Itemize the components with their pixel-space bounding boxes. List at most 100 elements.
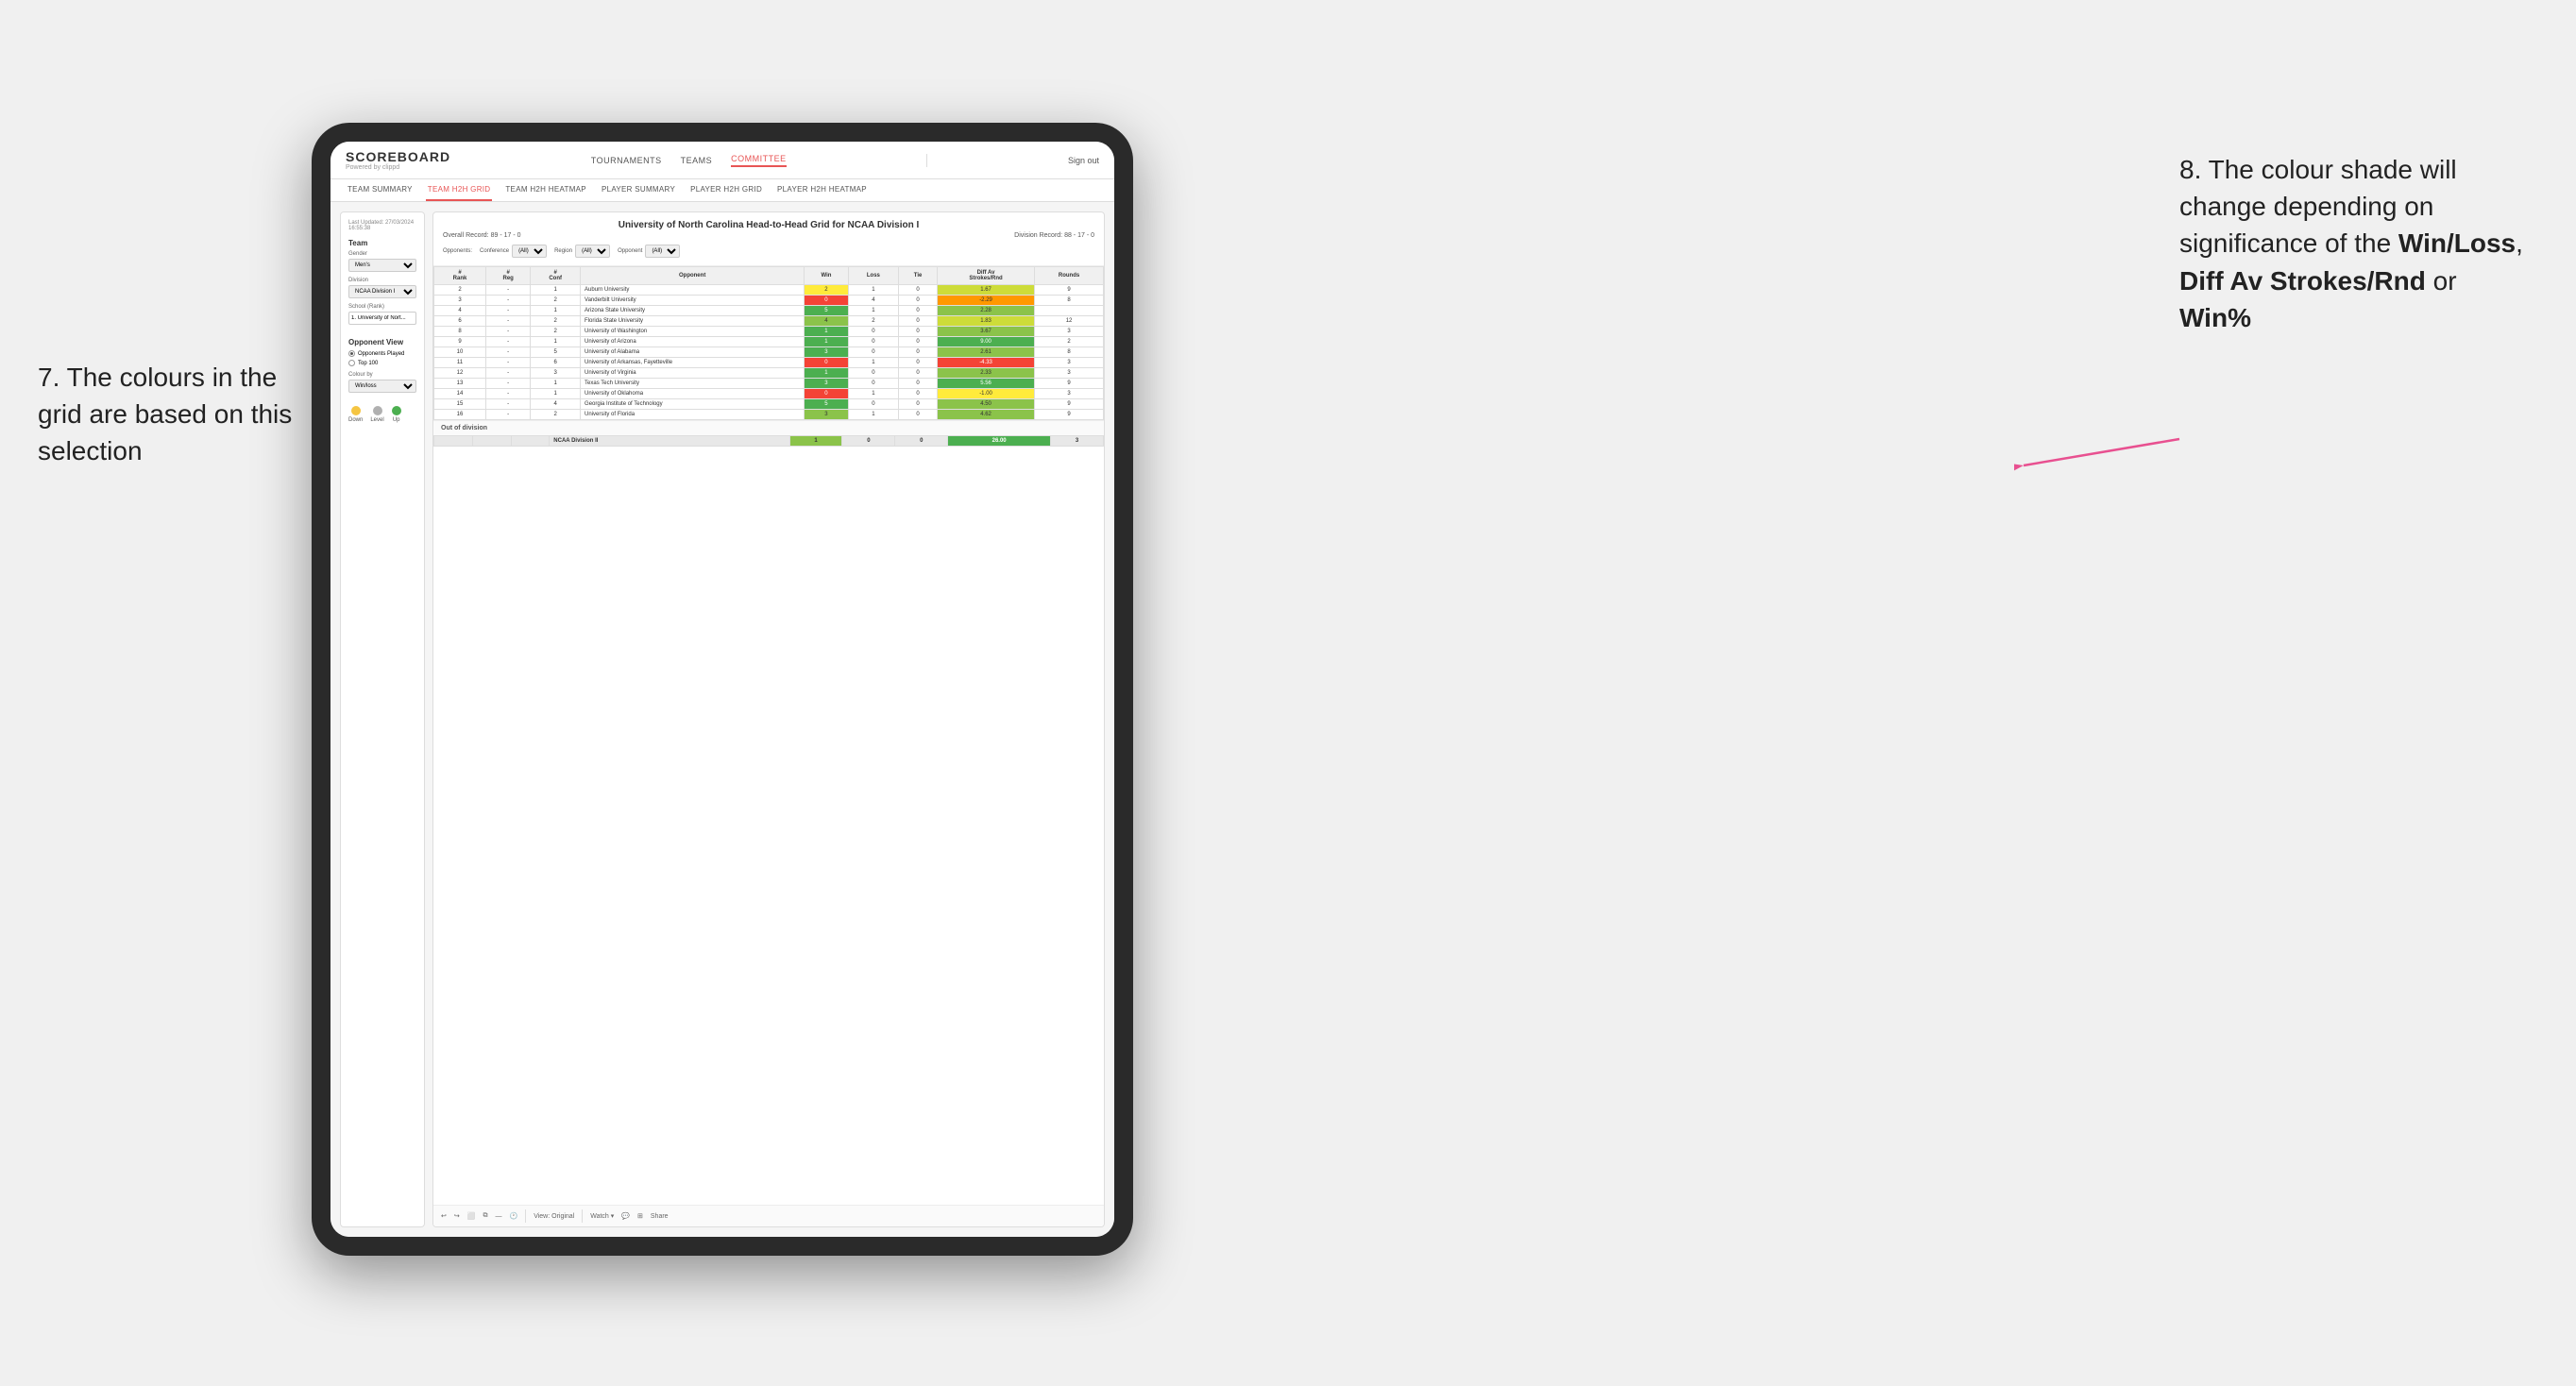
tab-player-h2h-grid[interactable]: PLAYER H2H GRID xyxy=(688,179,764,201)
cell-opponent: Vanderbilt University xyxy=(581,296,805,306)
view-original-btn[interactable]: View: Original xyxy=(534,1213,574,1220)
colour-by-select[interactable]: Win/loss xyxy=(348,380,416,393)
comment-btn[interactable]: 💬 xyxy=(621,1212,630,1220)
watch-btn[interactable]: Watch ▾ xyxy=(590,1212,614,1220)
cell-tie: 0 xyxy=(899,337,938,347)
cell-tie: 0 xyxy=(899,399,938,410)
cell-reg: - xyxy=(486,327,531,337)
main-content: Last Updated: 27/03/2024 16:55:38 Team G… xyxy=(330,202,1114,1237)
opponent-view-title: Opponent View xyxy=(348,338,416,346)
cell-rank: 12 xyxy=(434,368,486,379)
cell-opponent: University of Florida xyxy=(581,410,805,420)
cell-win: 3 xyxy=(805,379,848,389)
annotation-bold3: Win% xyxy=(2179,303,2251,332)
out-division-row: NCAA Division II 1 0 0 26.00 3 xyxy=(434,436,1104,447)
region-select[interactable]: (All) xyxy=(575,245,610,258)
cell-conf: 1 xyxy=(531,306,581,316)
timestamp: Last Updated: 27/03/2024 16:55:38 xyxy=(348,220,416,231)
filter-row: Opponents: Conference (All) Region (All) xyxy=(443,245,1094,258)
left-panel: Last Updated: 27/03/2024 16:55:38 Team G… xyxy=(340,211,425,1227)
cell-opponent: Georgia Institute of Technology xyxy=(581,399,805,410)
cell-tie: 0 xyxy=(899,316,938,327)
step-btn[interactable]: ⬜ xyxy=(467,1212,476,1220)
cell-win: 1 xyxy=(805,327,848,337)
cell-rounds: 8 xyxy=(1035,347,1104,358)
gender-select[interactable]: Men's xyxy=(348,259,416,272)
cell-reg: - xyxy=(486,379,531,389)
table-row: 15 - 4 Georgia Institute of Technology 5… xyxy=(434,399,1104,410)
cell-reg: - xyxy=(486,306,531,316)
school-input[interactable] xyxy=(348,312,416,325)
legend-level: Level xyxy=(370,406,383,423)
colour-by-label: Colour by xyxy=(348,372,416,378)
cell-diff: -4.33 xyxy=(937,358,1034,368)
grid-btn[interactable]: ⊞ xyxy=(637,1212,643,1220)
grid-header: University of North Carolina Head-to-Hea… xyxy=(433,212,1104,266)
cell-conf: 3 xyxy=(531,368,581,379)
table-row: 3 - 2 Vanderbilt University 0 4 0 -2.29 … xyxy=(434,296,1104,306)
tab-team-summary[interactable]: TEAM SUMMARY xyxy=(346,179,415,201)
redo-btn[interactable]: ↪ xyxy=(454,1212,460,1220)
cell-rounds: 9 xyxy=(1035,285,1104,296)
radio-opponents-played[interactable]: Opponents Played xyxy=(348,350,416,357)
nav-tournaments[interactable]: TOURNAMENTS xyxy=(591,156,662,165)
app-header: SCOREBOARD Powered by clippd TOURNAMENTS… xyxy=(330,142,1114,179)
cell-opponent: University of Virginia xyxy=(581,368,805,379)
cell-conf: 1 xyxy=(531,389,581,399)
conference-select[interactable]: (All) xyxy=(512,245,547,258)
division-select[interactable]: NCAA Division I xyxy=(348,285,416,298)
dash-btn[interactable]: — xyxy=(495,1213,501,1220)
division-label: Division xyxy=(348,278,416,283)
clock-btn[interactable]: 🕐 xyxy=(509,1212,517,1220)
cell-opponent: Florida State University xyxy=(581,316,805,327)
cell-opponent: Texas Tech University xyxy=(581,379,805,389)
conference-filter: Conference (All) xyxy=(480,245,547,258)
opponents-filter-label: Opponents: xyxy=(443,248,472,254)
cell-loss: 1 xyxy=(848,389,899,399)
nav-items: TOURNAMENTS TEAMS COMMITTEE xyxy=(591,154,787,167)
cell-rounds: 9 xyxy=(1035,379,1104,389)
tablet-frame: SCOREBOARD Powered by clippd TOURNAMENTS… xyxy=(312,123,1133,1256)
sign-out[interactable]: Sign out xyxy=(1068,156,1099,165)
tab-team-h2h-grid[interactable]: TEAM H2H GRID xyxy=(426,179,493,201)
cell-conf: 2 xyxy=(531,316,581,327)
opponent-select[interactable]: (All) xyxy=(645,245,680,258)
cell-tie: 0 xyxy=(899,358,938,368)
col-reg: #Reg xyxy=(486,267,531,285)
cell-reg: - xyxy=(486,368,531,379)
od-reg xyxy=(472,436,511,447)
radio-top100[interactable]: Top 100 xyxy=(348,360,416,366)
cell-rounds: 3 xyxy=(1035,389,1104,399)
legend-dot-down xyxy=(351,406,361,415)
cell-loss: 0 xyxy=(848,327,899,337)
od-tie: 0 xyxy=(895,436,948,447)
cell-tie: 0 xyxy=(899,379,938,389)
annotation-left-text: 7. The colours in the grid are based on … xyxy=(38,363,292,465)
region-filter: Region (All) xyxy=(554,245,610,258)
cell-win: 0 xyxy=(805,296,848,306)
grid-records: Overall Record: 89 - 17 - 0 Division Rec… xyxy=(443,232,1094,239)
cell-conf: 4 xyxy=(531,399,581,410)
cell-win: 0 xyxy=(805,358,848,368)
cell-loss: 0 xyxy=(848,399,899,410)
cell-rank: 4 xyxy=(434,306,486,316)
cell-rank: 6 xyxy=(434,316,486,327)
cell-conf: 2 xyxy=(531,327,581,337)
nav-teams[interactable]: TEAMS xyxy=(681,156,713,165)
cell-reg: - xyxy=(486,410,531,420)
col-opponent: Opponent xyxy=(581,267,805,285)
tab-team-h2h-heatmap[interactable]: TEAM H2H HEATMAP xyxy=(503,179,588,201)
cell-loss: 1 xyxy=(848,358,899,368)
undo-btn[interactable]: ↩ xyxy=(441,1212,447,1220)
team-section-title: Team xyxy=(348,239,416,247)
cell-tie: 0 xyxy=(899,285,938,296)
annotation-right: 8. The colour shade will change dependin… xyxy=(2179,151,2538,336)
tab-player-h2h-heatmap[interactable]: PLAYER H2H HEATMAP xyxy=(775,179,869,201)
share-btn[interactable]: Share xyxy=(651,1213,669,1220)
cell-opponent: University of Alabama xyxy=(581,347,805,358)
radio-dot-top100 xyxy=(348,360,355,366)
tab-player-summary[interactable]: PLAYER SUMMARY xyxy=(600,179,677,201)
nav-committee[interactable]: COMMITTEE xyxy=(731,154,787,167)
copy-btn[interactable]: ⧉ xyxy=(483,1212,487,1220)
od-rounds: 3 xyxy=(1051,436,1104,447)
